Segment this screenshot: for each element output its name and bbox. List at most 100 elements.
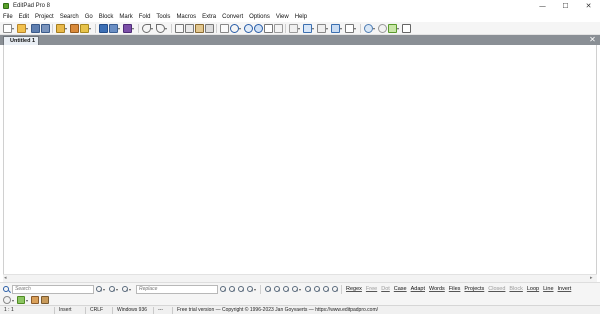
search-files-icon[interactable] [322,285,330,293]
menu-help[interactable]: Help [292,14,310,20]
marker-icon[interactable] [263,23,273,33]
font-icon[interactable] [344,23,354,33]
open-file-dropdown[interactable] [26,24,29,33]
redo-icon[interactable] [155,23,165,33]
plugin-icon[interactable] [387,23,397,33]
option-closed[interactable]: Closed [488,286,505,292]
collect-lines-icon[interactable] [282,285,290,293]
scroll-right-icon[interactable]: ▸ [590,275,593,281]
option-block[interactable]: Block [509,286,522,292]
fold-lines-icon[interactable] [273,285,281,293]
menu-file[interactable]: File [0,14,16,20]
syntax-color-dropdown[interactable] [132,24,135,33]
record-macro-icon[interactable] [31,296,39,304]
find-next-icon[interactable] [121,285,129,293]
menu-macros[interactable]: Macros [173,14,199,20]
help-icon[interactable] [377,23,387,33]
spell-check-icon[interactable] [273,23,283,33]
block-select-dropdown[interactable] [340,24,343,33]
collect-matches-icon[interactable] [291,285,299,293]
search-input[interactable] [12,284,94,294]
horizontal-scrollbar[interactable] [3,274,597,282]
option-projects[interactable]: Projects [464,286,484,292]
new-file-dropdown[interactable] [12,24,15,33]
replace-all-dropdown[interactable] [254,285,257,294]
globe-icon[interactable] [363,23,373,33]
menu-mark[interactable]: Mark [116,14,135,20]
option-line[interactable]: Line [543,286,553,292]
file-navigator-icon[interactable] [288,23,298,33]
highlight-icon[interactable] [264,285,272,293]
open-project-dropdown[interactable] [65,24,68,33]
find-previous-icon[interactable] [108,285,116,293]
menu-convert[interactable]: Convert [219,14,246,20]
open-file-icon[interactable] [16,23,26,33]
gear-dropdown[interactable] [12,296,15,305]
find-dropdown[interactable] [103,285,106,294]
syntax-color-icon[interactable] [122,23,132,33]
columns-icon[interactable] [302,23,312,33]
option-regex[interactable]: Regex [346,286,362,292]
menu-view[interactable]: View [273,14,292,20]
minimize-button[interactable]: — [531,0,554,12]
search-icon[interactable] [2,285,11,294]
line-break-style[interactable]: CRLF [86,307,108,313]
word-wrap-icon[interactable] [219,23,229,33]
scroll-left-icon[interactable]: ◂ [4,275,7,281]
option-free[interactable]: Free [366,286,377,292]
bookmark-icon[interactable] [79,23,89,33]
clip-collection-icon[interactable] [17,296,25,304]
insert-mode[interactable]: Insert [55,307,81,313]
menu-edit[interactable]: Edit [16,14,32,20]
menu-tools[interactable]: Tools [153,14,173,20]
menu-extra[interactable]: Extra [199,14,219,20]
replace-icon[interactable] [219,285,227,293]
block-select-icon[interactable] [330,23,340,33]
tools-icon[interactable] [108,23,118,33]
clip-collection-dropdown[interactable] [26,296,29,305]
grid-dropdown[interactable] [326,24,329,33]
open-project-icon[interactable] [55,23,65,33]
new-file-icon[interactable] [2,23,12,33]
collect-dropdown[interactable] [299,285,302,294]
menu-search[interactable]: Search [57,14,82,20]
find-previous-dropdown[interactable] [116,285,119,294]
option-invert[interactable]: Invert [558,286,572,292]
clipboard-icon[interactable] [204,23,214,33]
columns-dropdown[interactable] [312,24,315,33]
text-editor[interactable] [3,45,597,282]
bookmark-dropdown[interactable] [89,24,92,33]
cut-icon[interactable] [174,23,184,33]
menu-fold[interactable]: Fold [136,14,154,20]
replace-next-icon[interactable] [237,285,245,293]
tab-untitled-1[interactable]: Untitled 1 [3,36,39,45]
option-loop[interactable]: Loop [527,286,539,292]
search-icon[interactable] [229,23,239,33]
option-case[interactable]: Case [394,286,407,292]
search-history-icon[interactable] [313,285,321,293]
save-icon[interactable] [30,23,40,33]
save-all-icon[interactable] [40,23,50,33]
menu-go[interactable]: Go [82,14,96,20]
plugin-dropdown[interactable] [397,24,400,33]
find-in-files-icon[interactable] [253,23,263,33]
redo-dropdown[interactable] [165,24,168,33]
option-words[interactable]: Words [429,286,445,292]
find-next-dropdown[interactable] [129,285,132,294]
close-button[interactable]: ✕ [577,0,600,12]
search-projects-icon[interactable] [331,285,339,293]
search-dropdown[interactable] [239,24,242,33]
zoom-in-icon[interactable] [243,23,253,33]
text-encoding[interactable]: Windows 936 [113,307,149,313]
text-style-icon[interactable] [401,23,411,33]
undo-dropdown[interactable] [151,24,154,33]
menu-project[interactable]: Project [32,14,57,20]
grid-icon[interactable] [316,23,326,33]
font-dropdown[interactable] [354,24,357,33]
count-matches-icon[interactable] [304,285,312,293]
undo-icon[interactable] [141,23,151,33]
option-dot[interactable]: Dot [381,286,390,292]
gear-icon[interactable] [3,296,11,304]
tools-dropdown[interactable] [118,24,121,33]
replace-all-icon[interactable] [246,285,254,293]
